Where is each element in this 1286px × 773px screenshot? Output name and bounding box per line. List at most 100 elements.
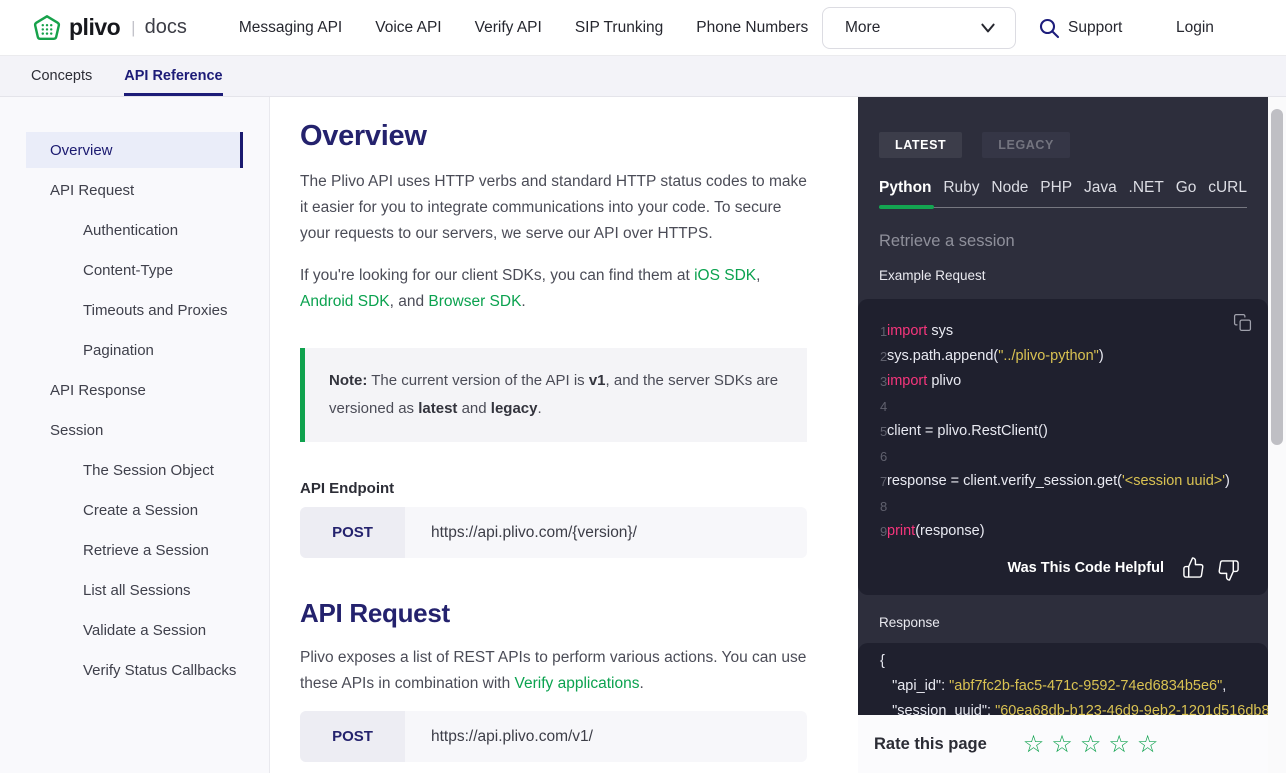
top-navbar: plivo | docs Messaging API Voice API Verif… (0, 0, 1286, 56)
star-icon[interactable]: ☆ (1051, 732, 1073, 756)
thumbs-up-button[interactable] (1182, 556, 1205, 579)
nav-item-voice-api[interactable]: Voice API (375, 19, 441, 37)
link-android-sdk[interactable]: Android SDK (300, 293, 390, 310)
code-line: 3import plivo (858, 369, 1268, 394)
lang-tab-node[interactable]: Node (991, 179, 1028, 207)
more-dropdown[interactable]: More (822, 7, 1016, 49)
code-line: 6 (858, 444, 1268, 469)
code-token: sys.path.append( (887, 344, 998, 369)
search-button[interactable] (1038, 17, 1060, 39)
code-token: '<session uuid>' (1122, 469, 1225, 494)
response-line: "api_id": "abf7fc2b-fac5-471c-9592-74ed6… (858, 674, 1268, 699)
sidebar-item-api-response[interactable]: API Response (26, 370, 243, 410)
star-icon[interactable]: ☆ (1023, 732, 1045, 756)
line-number: 7 (858, 469, 887, 494)
sidebar-item-session[interactable]: Session (26, 410, 243, 450)
sidebar-item-content-type[interactable]: Content-Type (26, 250, 243, 290)
lang-tab-net[interactable]: .NET (1129, 179, 1164, 207)
line-number: 3 (858, 369, 887, 394)
version-tab-legacy[interactable]: LEGACY (982, 132, 1070, 158)
api-endpoint-heading: API Endpoint (300, 480, 807, 497)
sidebar-item-overview[interactable]: Overview (26, 132, 243, 168)
tab-concepts[interactable]: Concepts (31, 56, 92, 96)
endpoint-url: https://api.plivo.com/v1/ (405, 711, 593, 762)
code-line: 8 (858, 494, 1268, 519)
plivo-logo-icon (32, 13, 62, 43)
star-icon[interactable]: ☆ (1108, 732, 1130, 756)
code-line: 1import sys (858, 319, 1268, 344)
code-line: 4 (858, 394, 1268, 419)
nav-item-sip-trunking[interactable]: SIP Trunking (575, 19, 663, 37)
sidebar-item-validate-a-session[interactable]: Validate a Session (26, 610, 243, 650)
vertical-scrollbar[interactable] (1268, 97, 1286, 773)
lang-tab-ruby[interactable]: Ruby (943, 179, 979, 207)
line-number: 6 (858, 444, 887, 469)
line-number: 4 (858, 394, 887, 419)
scrollbar-thumb[interactable] (1271, 109, 1283, 445)
response-line: { (858, 649, 1268, 674)
tabs-divider (879, 207, 1247, 208)
panel-section-title: Retrieve a session (879, 232, 1268, 251)
code-panel: LATEST LEGACY Python Ruby Node PHP Java .NET Go… (858, 97, 1268, 715)
code-token: "api_id": (880, 678, 949, 694)
api-endpoint-row-2: POST https://api.plivo.com/v1/ (300, 711, 807, 762)
brand-name: plivo (69, 14, 120, 41)
code-token: (response) (915, 519, 984, 544)
sidebar-item-create-a-session[interactable]: Create a Session (26, 490, 243, 530)
main-content: Overview The Plivo API uses HTTP verbs a… (270, 97, 858, 773)
code-token: ) (1099, 344, 1104, 369)
sidebar-item-timeouts-and-proxies[interactable]: Timeouts and Proxies (26, 290, 243, 330)
star-icon[interactable]: ☆ (1137, 732, 1159, 756)
nav-item-verify-api[interactable]: Verify API (475, 19, 542, 37)
sidebar-item-retrieve-a-session[interactable]: Retrieve a Session (26, 530, 243, 570)
response-line: "session_uuid": "60ea68db-b123-46d9-9eb2… (858, 699, 1268, 715)
copy-code-button[interactable] (1233, 313, 1252, 337)
code-token: import (887, 369, 927, 394)
tab-api-reference[interactable]: API Reference (124, 56, 222, 96)
api-endpoint-row: POST https://api.plivo.com/{version}/ (300, 507, 807, 558)
rating-stars: ☆☆☆☆☆ (1023, 732, 1159, 756)
response-code-block: { "api_id": "abf7fc2b-fac5-471c-9592-74e… (858, 643, 1268, 715)
sidebar-item-pagination[interactable]: Pagination (26, 330, 243, 370)
rate-label: Rate this page (874, 735, 987, 754)
version-tab-latest[interactable]: LATEST (879, 132, 962, 158)
code-token: sys (927, 319, 953, 344)
brand-docs-label: docs (145, 16, 187, 39)
sidebar-item-the-session-object[interactable]: The Session Object (26, 450, 243, 490)
lang-tab-php[interactable]: PHP (1040, 179, 1072, 207)
code-token: response = client.verify_session.get( (887, 469, 1122, 494)
chevron-down-icon (979, 19, 997, 37)
example-request-label: Example Request (879, 268, 1268, 283)
line-number: 8 (858, 494, 887, 519)
brand-divider: | (131, 18, 135, 38)
sidebar-item-verify-status-callbacks[interactable]: Verify Status Callbacks (26, 650, 243, 690)
nav-item-messaging-api[interactable]: Messaging API (239, 19, 342, 37)
line-number: 1 (858, 319, 887, 344)
docs-subnav: Concepts API Reference (0, 56, 1286, 97)
sidebar-item-authentication[interactable]: Authentication (26, 210, 243, 250)
login-link[interactable]: Login (1176, 0, 1214, 56)
nav-item-phone-numbers[interactable]: Phone Numbers (696, 19, 808, 37)
sidebar-item-api-request[interactable]: API Request (26, 170, 243, 210)
code-token: { (880, 653, 885, 669)
lang-tab-curl[interactable]: cURL (1208, 179, 1247, 207)
intro-paragraph: The Plivo API uses HTTP verbs and standa… (300, 169, 807, 247)
lang-tab-go[interactable]: Go (1176, 179, 1197, 207)
code-feedback-row: Was This Code Helpful (858, 556, 1268, 579)
lang-tab-python[interactable]: Python (879, 179, 932, 207)
code-line: 5client = plivo.RestClient() (858, 419, 1268, 444)
sidebar-item-list-all-sessions[interactable]: List all Sessions (26, 570, 243, 610)
support-link[interactable]: Support (1068, 0, 1122, 56)
star-icon[interactable]: ☆ (1080, 732, 1102, 756)
thumbs-down-icon (1217, 559, 1240, 582)
code-token: "session_uuid": (880, 703, 995, 715)
endpoint-url: https://api.plivo.com/{version}/ (405, 507, 637, 558)
brand[interactable]: plivo | docs (32, 13, 187, 43)
thumbs-down-button[interactable] (1217, 559, 1240, 582)
code-line: 2sys.path.append("../plivo-python") (858, 344, 1268, 369)
link-verify-applications[interactable]: Verify applications (515, 675, 640, 692)
link-browser-sdk[interactable]: Browser SDK (428, 293, 521, 310)
link-ios-sdk[interactable]: iOS SDK (694, 267, 756, 284)
lang-tab-java[interactable]: Java (1084, 179, 1117, 207)
code-token: "60ea68db-b123-46d9-9eb2-1201d516db8" (995, 703, 1268, 715)
